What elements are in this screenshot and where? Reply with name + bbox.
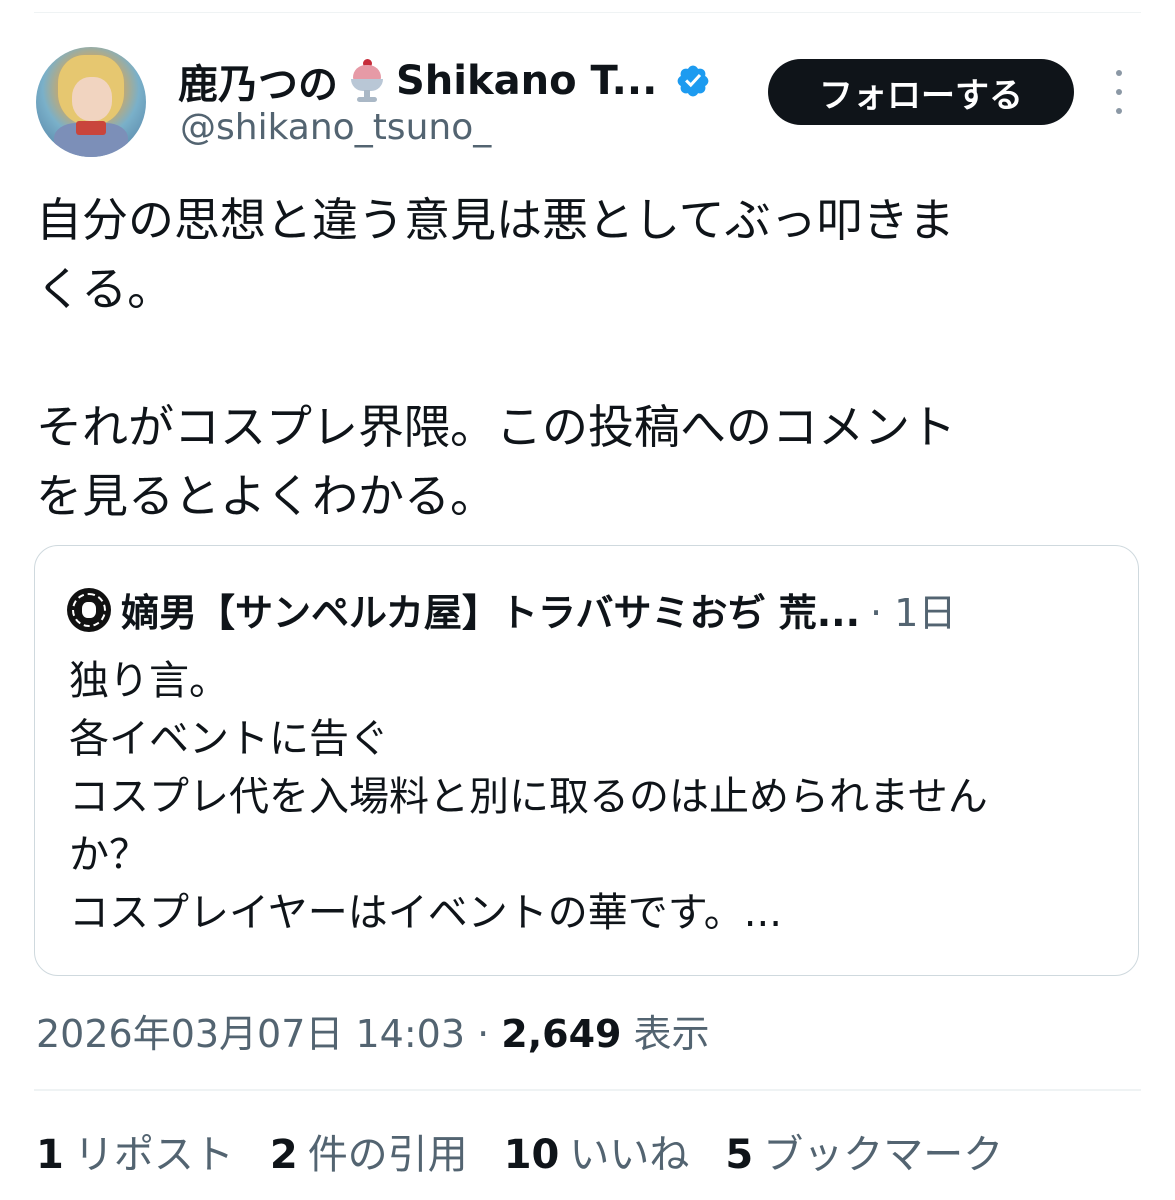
- quoted-tweet-time: · 1日: [870, 591, 957, 635]
- author-name-suffix: Shikano T...: [396, 58, 658, 104]
- stat-label: いいね: [569, 1132, 690, 1178]
- top-divider: [34, 12, 1141, 13]
- quoted-author-avatar: [67, 587, 111, 632]
- quoted-tweet-header: 嫡男【サンペルカ屋】トラバサミおぢ 荒... · 1日: [67, 582, 956, 637]
- stat-quotes[interactable]: 2 件の引用: [270, 1122, 468, 1180]
- engagement-stats: 1 リポスト 2 件の引用 10 いいね 5 ブックマーク: [36, 1122, 1039, 1180]
- stats-divider: [34, 1089, 1141, 1091]
- author-handle[interactable]: @shikano_tsuno_: [180, 107, 491, 148]
- stat-count: 2: [269, 1132, 298, 1178]
- tweet-meta: 2026年03月07日 14:03 · 2,649 表示: [36, 1003, 710, 1058]
- tweet-timestamp[interactable]: 2026年03月07日 14:03 ·: [36, 1012, 501, 1056]
- ice-cream-sundae-icon: [346, 59, 388, 103]
- quoted-tweet-text: 独り言。 各イベントに告ぐ コスプレ代を入場料と別に取るのは止められません か？…: [69, 652, 988, 942]
- stat-label: 件の引用: [307, 1132, 468, 1178]
- avatar-collar: [76, 121, 106, 135]
- quoted-line: コスプレ代を入場料と別に取るのは止められません: [69, 774, 988, 820]
- views-count: 2,649: [501, 1012, 622, 1056]
- verified-badge-icon: [677, 65, 709, 97]
- tweet-line: 自分の思想と違う意見は悪としてぶっ叩きま: [36, 193, 955, 247]
- quoted-line: コスプレイヤーはイベントの華です。...: [69, 890, 782, 936]
- stat-label: ブックマーク: [763, 1132, 1004, 1178]
- avatar-face: [72, 77, 112, 121]
- tweet-line: を見るとよくわかる。: [36, 469, 496, 523]
- quoted-line: 独り言。: [69, 658, 229, 704]
- author-display-name[interactable]: 鹿乃つの Shikano T...: [178, 52, 711, 110]
- stat-count: 1: [36, 1132, 64, 1178]
- quoted-author-name: 嫡男【サンペルカ屋】トラバサミおぢ 荒...: [121, 591, 861, 635]
- follow-button[interactable]: フォローする: [768, 59, 1074, 125]
- tweet-line: くる。: [36, 262, 174, 316]
- stat-likes[interactable]: 10 いいね: [504, 1122, 690, 1180]
- quoted-line: 各イベントに告ぐ: [69, 716, 389, 762]
- stat-label: リポスト: [73, 1132, 234, 1178]
- author-avatar[interactable]: [36, 47, 146, 157]
- tweet-text: 自分の思想と違う意見は悪としてぶっ叩きま くる。 それがコスプレ界隈。この投稿へ…: [36, 186, 1136, 531]
- quoted-line: か？: [69, 832, 149, 878]
- more-options-icon[interactable]: [1104, 70, 1134, 114]
- author-name-text: 鹿乃つの: [178, 62, 338, 108]
- stat-bookmarks[interactable]: 5 ブックマーク: [725, 1122, 1003, 1180]
- views-label: 表示: [621, 1012, 710, 1056]
- tweet-line: それがコスプレ界隈。この投稿へのコメント: [36, 400, 956, 454]
- stat-count: 5: [725, 1132, 754, 1178]
- stat-count: 10: [503, 1132, 560, 1178]
- quoted-tweet-card[interactable]: 嫡男【サンペルカ屋】トラバサミおぢ 荒... · 1日 独り言。 各イベントに告…: [34, 545, 1139, 976]
- stat-reposts[interactable]: 1 リポスト: [36, 1122, 234, 1180]
